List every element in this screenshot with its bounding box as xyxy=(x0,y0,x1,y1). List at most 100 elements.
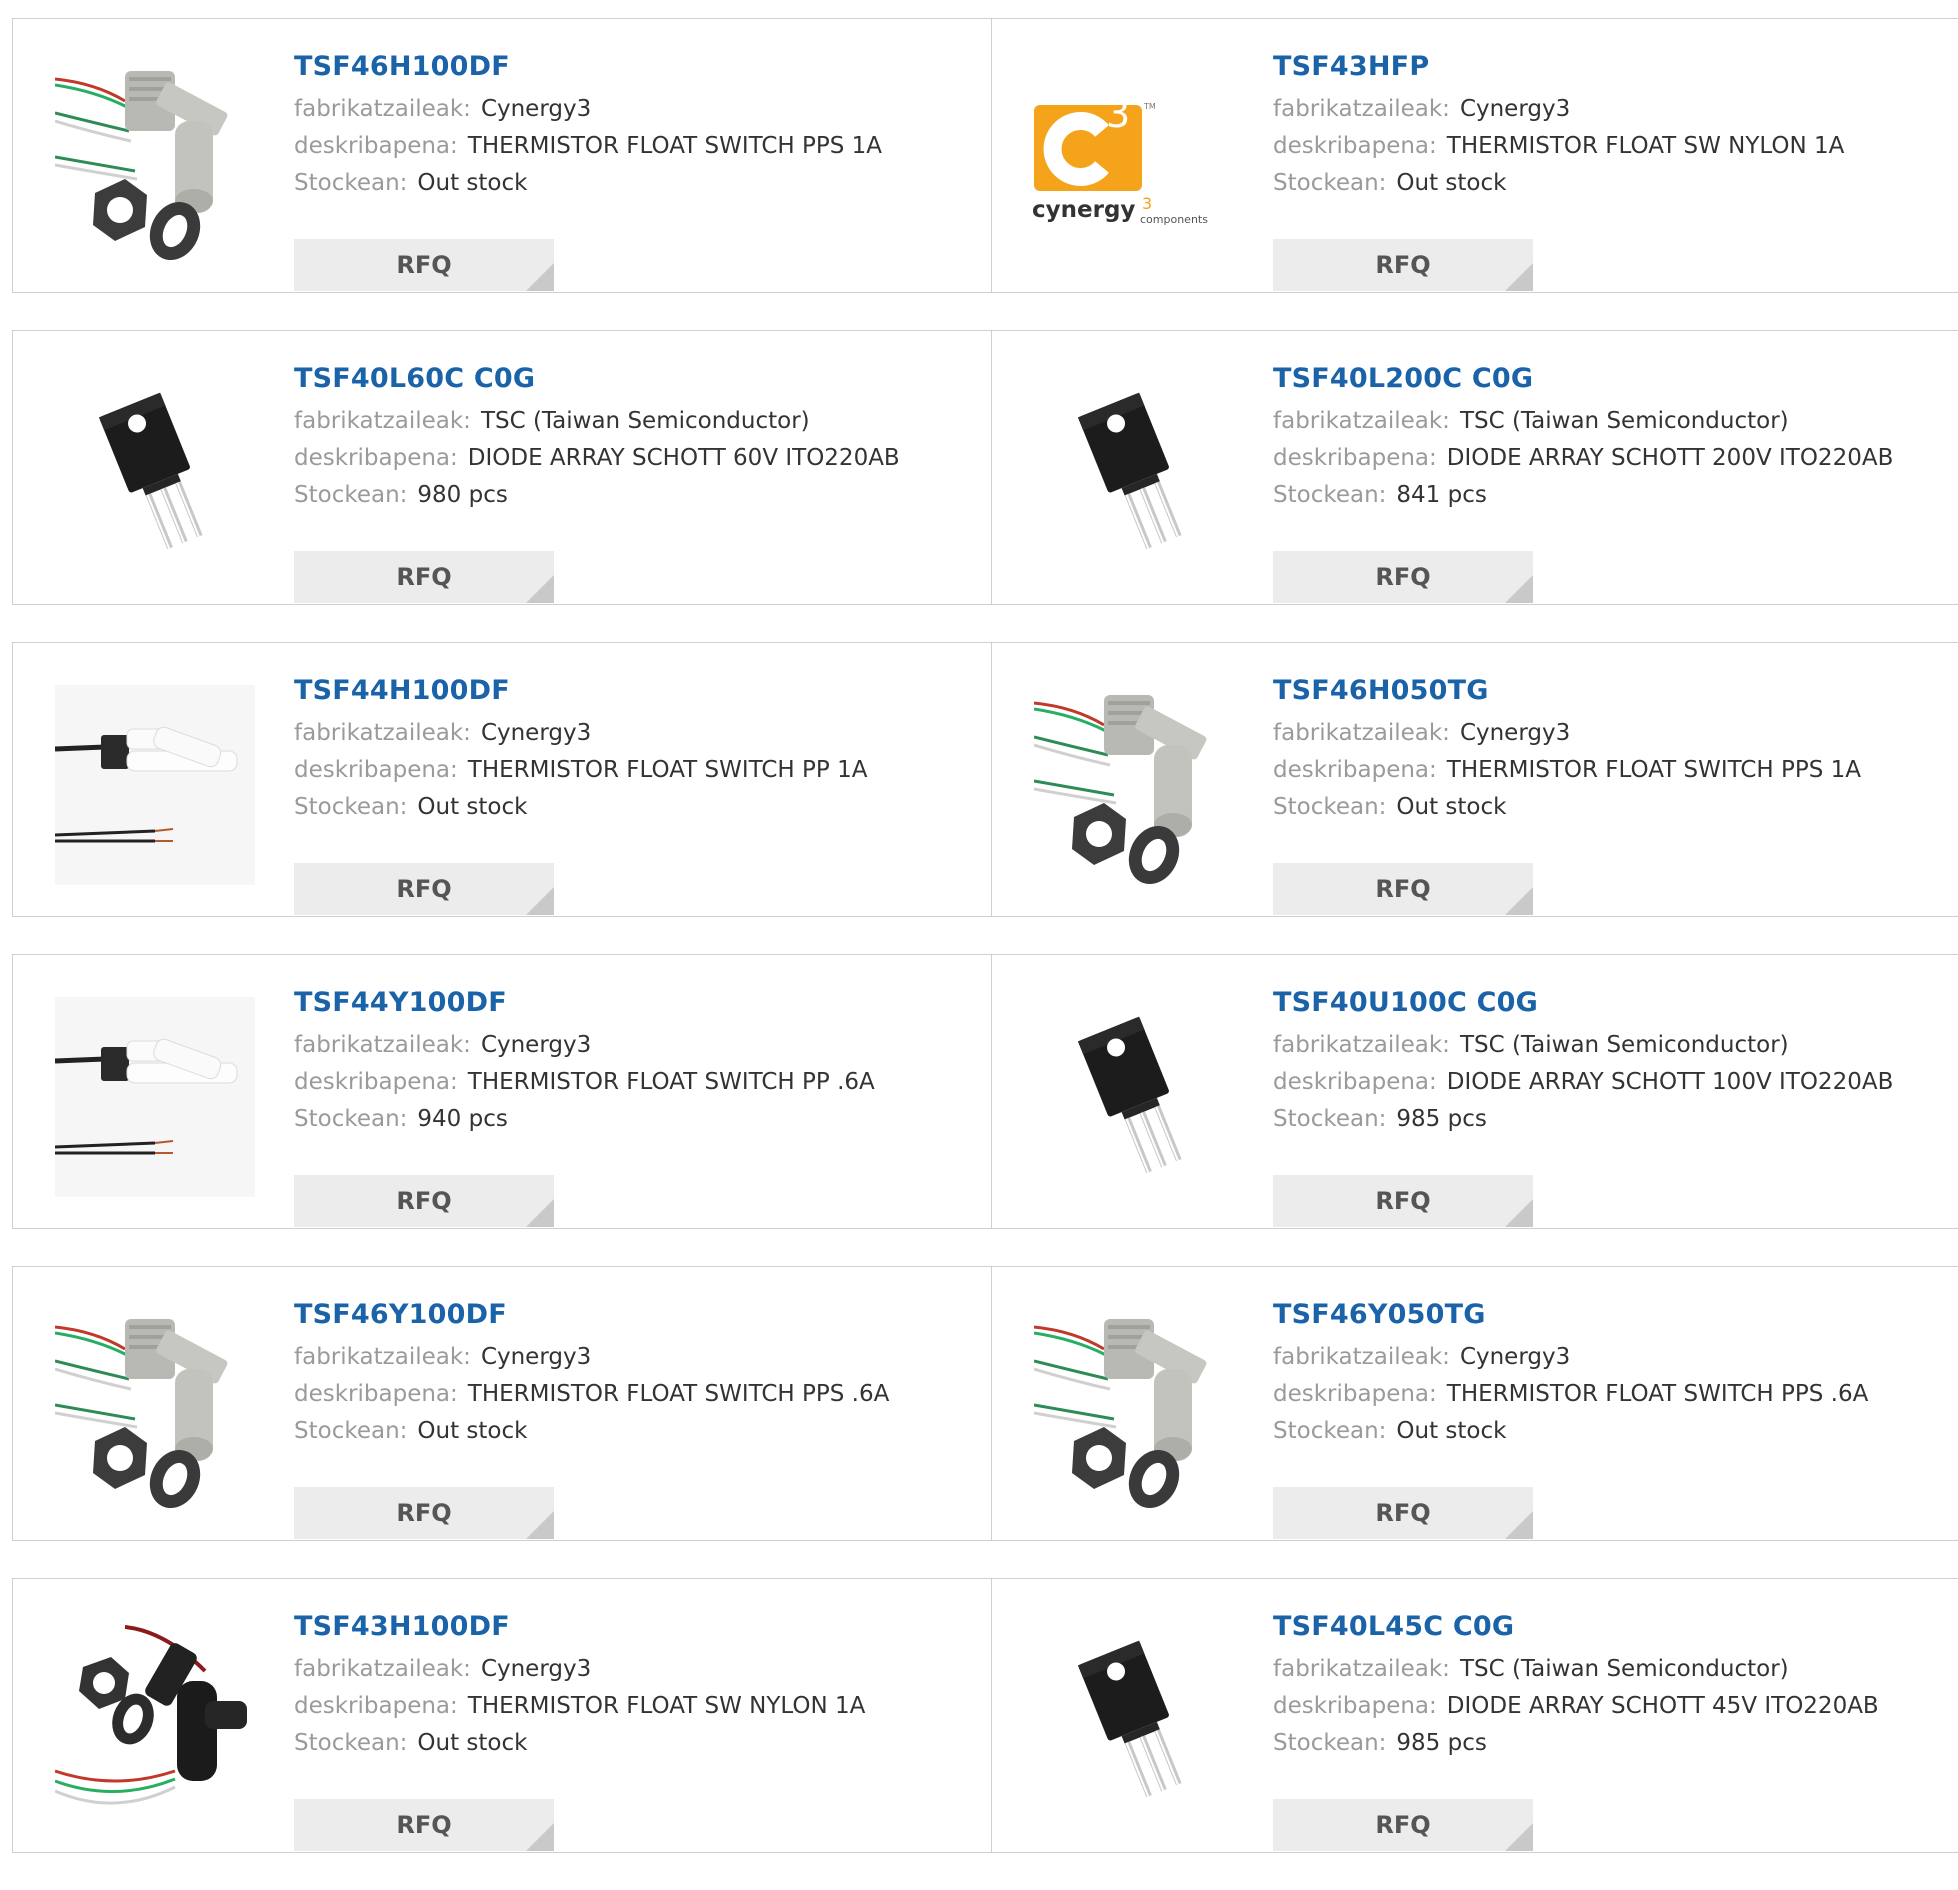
product-image[interactable] xyxy=(51,1305,259,1513)
manufacturer-label: fabrikatzaileak: xyxy=(294,1656,471,1682)
rfq-button[interactable]: RFQ xyxy=(1273,1175,1533,1227)
rfq-label: RFQ xyxy=(1375,1499,1431,1527)
stock-line: Stockean: Out stock xyxy=(1273,1413,1948,1450)
rfq-label: RFQ xyxy=(396,1187,452,1215)
stock-value: Out stock xyxy=(417,1418,528,1444)
product-part-link[interactable]: TSF40L45C C0G xyxy=(1273,1609,1948,1645)
product-part-link[interactable]: TSF43HFP xyxy=(1273,49,1948,85)
product-part-link[interactable]: TSF46Y050TG xyxy=(1273,1297,1948,1333)
product-card: TSF40L60C C0G fabrikatzaileak: TSC (Taiwa… xyxy=(12,330,991,605)
description-value: THERMISTOR FLOAT SWITCH PP 1A xyxy=(467,757,868,783)
rfq-button[interactable]: RFQ xyxy=(1273,1799,1533,1851)
product-info: TSF40L45C C0G fabrikatzaileak: TSC (Taiwa… xyxy=(1273,1609,1948,1851)
rfq-button[interactable]: RFQ xyxy=(294,1175,554,1227)
product-card: TSF46H100DF fabrikatzaileak: Cynergy3 des… xyxy=(12,18,991,293)
rfq-label: RFQ xyxy=(1375,563,1431,591)
description-label: deskribapena: xyxy=(294,757,458,783)
rfq-button[interactable]: RFQ xyxy=(1273,239,1533,291)
float-switch-gray-icon xyxy=(55,71,228,261)
description-line: deskribapena: THERMISTOR FLOAT SWITCH PP … xyxy=(294,1064,981,1101)
manufacturer-label: fabrikatzaileak: xyxy=(1273,1032,1450,1058)
rfq-button[interactable]: RFQ xyxy=(294,1799,554,1851)
rfq-button[interactable]: RFQ xyxy=(294,551,554,603)
product-image[interactable] xyxy=(1030,681,1238,889)
product-image[interactable] xyxy=(51,57,259,265)
manufacturer-value: TSC (Taiwan Semiconductor) xyxy=(480,408,810,434)
rfq-button[interactable]: RFQ xyxy=(1273,551,1533,603)
manufacturer-line: fabrikatzaileak: TSC (Taiwan Semiconducto… xyxy=(1273,1027,1948,1064)
rfq-label: RFQ xyxy=(396,875,452,903)
description-value: THERMISTOR FLOAT SWITCH PPS 1A xyxy=(1446,757,1862,783)
rfq-button[interactable]: RFQ xyxy=(294,1487,554,1539)
product-image[interactable] xyxy=(1030,1617,1238,1825)
product-part-link[interactable]: TSF40U100C C0G xyxy=(1273,985,1948,1021)
corner-triangle-icon xyxy=(526,263,554,291)
manufacturer-line: fabrikatzaileak: Cynergy3 xyxy=(1273,1339,1948,1376)
manufacturer-label: fabrikatzaileak: xyxy=(294,408,471,434)
manufacturer-line: fabrikatzaileak: Cynergy3 xyxy=(294,1651,981,1688)
rfq-button[interactable]: RFQ xyxy=(294,863,554,915)
corner-triangle-icon xyxy=(526,1823,554,1851)
product-image[interactable] xyxy=(51,681,259,889)
product-image[interactable] xyxy=(51,993,259,1201)
description-line: deskribapena: THERMISTOR FLOAT SWITCH PPS… xyxy=(294,1376,981,1413)
description-line: deskribapena: THERMISTOR FLOAT SW NYLON 1… xyxy=(1273,128,1948,165)
cynergy3-logo: 3 TM cynergy 3 components xyxy=(1032,92,1208,226)
stock-label: Stockean: xyxy=(1273,794,1387,820)
stock-value: Out stock xyxy=(417,170,528,196)
manufacturer-label: fabrikatzaileak: xyxy=(1273,720,1450,746)
product-part-link[interactable]: TSF46H100DF xyxy=(294,49,981,85)
product-info: TSF43HFP fabrikatzaileak: Cynergy3 deskri… xyxy=(1273,49,1948,291)
product-image[interactable] xyxy=(51,369,259,577)
manufacturer-value: Cynergy3 xyxy=(480,1344,592,1370)
rfq-button[interactable]: RFQ xyxy=(294,239,554,291)
product-info: TSF40L200C C0G fabrikatzaileak: TSC (Taiw… xyxy=(1273,361,1948,603)
product-part-link[interactable]: TSF44Y100DF xyxy=(294,985,981,1021)
stock-label: Stockean: xyxy=(1273,1730,1387,1756)
description-line: deskribapena: DIODE ARRAY SCHOTT 100V ITO… xyxy=(1273,1064,1948,1101)
product-row: TSF44H100DF fabrikatzaileak: Cynergy3 des… xyxy=(12,642,1958,917)
product-card: TSF46Y050TG fabrikatzaileak: Cynergy3 des… xyxy=(991,1266,1958,1541)
product-part-link[interactable]: TSF44H100DF xyxy=(294,673,981,709)
manufacturer-line: fabrikatzaileak: TSC (Taiwan Semiconducto… xyxy=(294,403,981,440)
corner-triangle-icon xyxy=(1505,1823,1533,1851)
corner-triangle-icon xyxy=(1505,1511,1533,1539)
stock-label: Stockean: xyxy=(1273,170,1387,196)
product-image[interactable]: 3 TM cynergy 3 components xyxy=(1030,57,1238,265)
description-line: deskribapena: DIODE ARRAY SCHOTT 60V ITO2… xyxy=(294,440,981,477)
to220-package-icon xyxy=(98,392,203,550)
stock-label: Stockean: xyxy=(294,170,408,196)
svg-text:3: 3 xyxy=(1142,194,1152,213)
manufacturer-label: fabrikatzaileak: xyxy=(294,720,471,746)
description-value: THERMISTOR FLOAT SWITCH PPS .6A xyxy=(1446,1381,1869,1407)
product-grid: TSF46H100DF fabrikatzaileak: Cynergy3 des… xyxy=(12,18,1958,1890)
float-switch-gray-icon xyxy=(55,1319,228,1509)
product-info: TSF40U100C C0G fabrikatzaileak: TSC (Taiw… xyxy=(1273,985,1948,1227)
product-part-link[interactable]: TSF46Y100DF xyxy=(294,1297,981,1333)
product-part-link[interactable]: TSF40L60C C0G xyxy=(294,361,981,397)
description-label: deskribapena: xyxy=(1273,757,1437,783)
product-card: TSF44Y100DF fabrikatzaileak: Cynergy3 des… xyxy=(12,954,991,1229)
product-part-link[interactable]: TSF40L200C C0G xyxy=(1273,361,1948,397)
rfq-button[interactable]: RFQ xyxy=(1273,863,1533,915)
product-card: TSF44H100DF fabrikatzaileak: Cynergy3 des… xyxy=(12,642,991,917)
stock-value: Out stock xyxy=(1396,794,1507,820)
stock-value: 940 pcs xyxy=(417,1106,508,1132)
stock-line: Stockean: Out stock xyxy=(1273,165,1948,202)
product-part-link[interactable]: TSF43H100DF xyxy=(294,1609,981,1645)
description-line: deskribapena: THERMISTOR FLOAT SWITCH PPS… xyxy=(1273,752,1948,789)
manufacturer-value: Cynergy3 xyxy=(480,1656,592,1682)
product-part-link[interactable]: TSF46H050TG xyxy=(1273,673,1948,709)
product-card: 3 TM cynergy 3 components TSF43HFP fabri… xyxy=(991,18,1958,293)
product-image[interactable] xyxy=(1030,993,1238,1201)
stock-value: Out stock xyxy=(1396,170,1507,196)
description-label: deskribapena: xyxy=(294,1693,458,1719)
product-image[interactable] xyxy=(51,1617,259,1825)
product-image[interactable] xyxy=(1030,369,1238,577)
svg-text:cynergy: cynergy xyxy=(1032,197,1135,223)
rfq-button[interactable]: RFQ xyxy=(1273,1487,1533,1539)
product-info: TSF46Y050TG fabrikatzaileak: Cynergy3 des… xyxy=(1273,1297,1948,1539)
stock-value: 985 pcs xyxy=(1396,1106,1487,1132)
product-info: TSF46H050TG fabrikatzaileak: Cynergy3 des… xyxy=(1273,673,1948,915)
product-image[interactable] xyxy=(1030,1305,1238,1513)
